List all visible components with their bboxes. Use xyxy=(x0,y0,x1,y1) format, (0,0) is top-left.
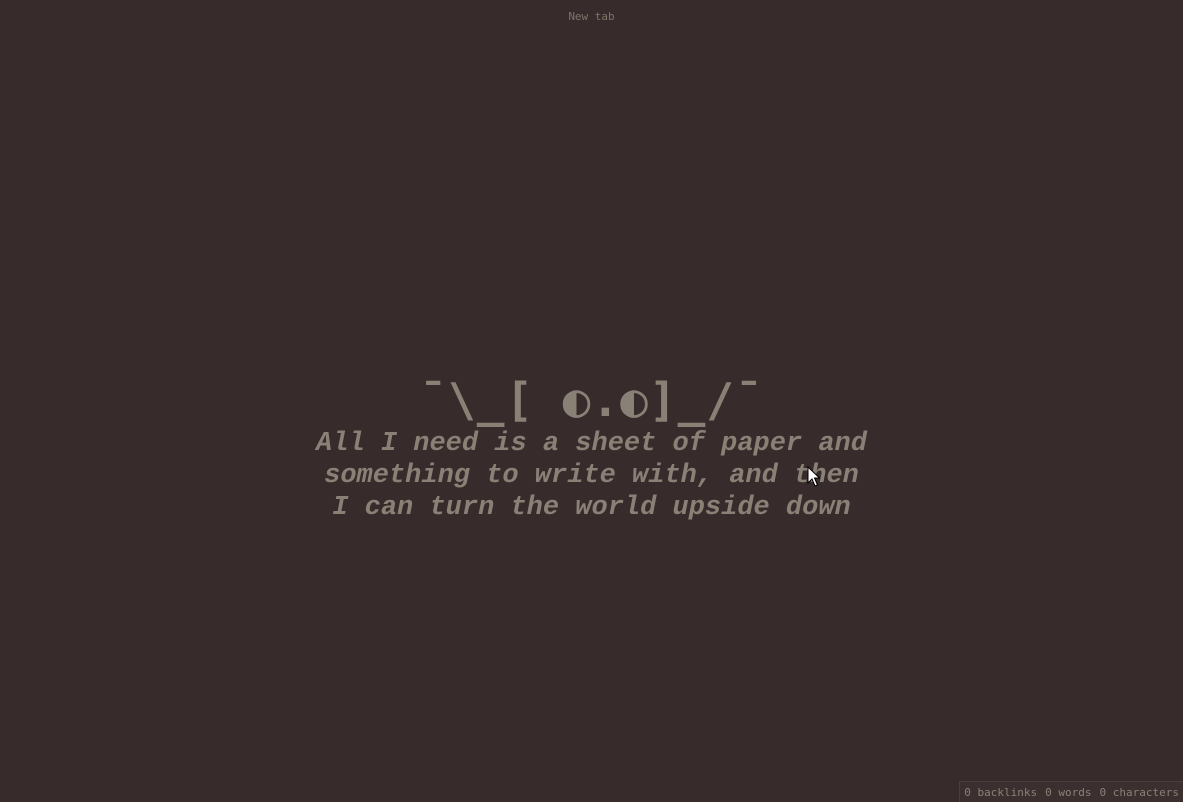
mouse-cursor-icon xyxy=(807,466,821,487)
quote-line: I can turn the world upside down xyxy=(332,493,851,523)
quote-line: All I need is a sheet of paper and xyxy=(316,429,867,459)
status-bar: 0 backlinks 0 words 0 characters xyxy=(959,781,1183,802)
quote-line: something to write with, and then xyxy=(324,461,859,491)
shrug-emoticon: ¯\_[ ◐.◐]_/¯ xyxy=(419,373,764,427)
backlinks-count[interactable]: 0 backlinks xyxy=(964,786,1037,799)
character-count: 0 characters xyxy=(1099,785,1179,799)
empty-state: ¯\_[ ◐.◐]_/¯ All I need is a sheet of pa… xyxy=(0,372,1183,524)
word-count: 0 words xyxy=(1045,785,1092,799)
empty-state-quote: All I need is a sheet of paper and somet… xyxy=(0,428,1183,524)
editor-window: New tab ¯\_[ ◐.◐]_/¯ All I need is a she… xyxy=(0,0,1183,802)
tab-title[interactable]: New tab xyxy=(0,10,1183,23)
